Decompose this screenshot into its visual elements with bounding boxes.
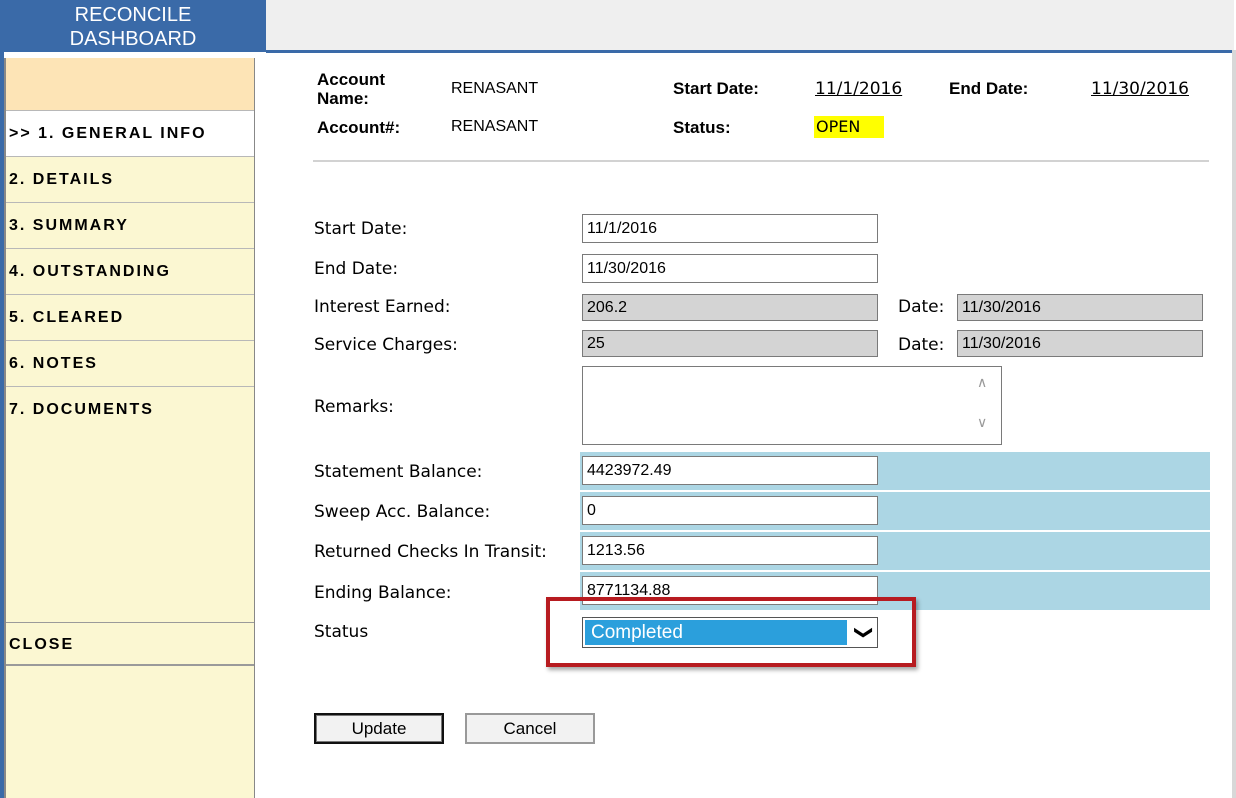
interest-date-input: 11/30/2016 [957,294,1203,321]
service-charges-input: 25 [582,330,878,357]
sidebar-item-notes[interactable]: 6. NOTES [6,341,254,387]
update-button[interactable]: Update [314,713,444,744]
header-end-date-label: End Date: [949,79,1029,98]
window-edge [1232,50,1236,798]
remarks-label: Remarks: [314,397,394,417]
interest-date-label: Date: [898,297,945,317]
ending-balance-label: Ending Balance: [314,583,452,603]
account-name-value: RENASANT [451,80,539,97]
end-date-label: End Date: [314,259,399,279]
scroll-up-icon[interactable]: ∧ [977,375,987,391]
interest-earned-input: 206.2 [582,294,878,321]
sweep-balance-label: Sweep Acc. Balance: [314,502,491,522]
account-name-label-line1: Account [317,70,385,89]
dashboard-title-line2: DASHBOARD [69,28,197,50]
header-end-date-value: 11/30/2016 [1091,79,1189,99]
callout-highlight-box [546,597,916,667]
account-number-value: RENASANT [451,118,539,135]
start-date-input[interactable]: 11/1/2016 [582,214,878,243]
header-start-date-value: 11/1/2016 [815,79,903,99]
returned-checks-input[interactable]: 1213.56 [582,536,878,565]
header-start-date-label: Start Date: [673,79,759,98]
service-charges-date-label: Date: [898,335,945,355]
cancel-button[interactable]: Cancel [465,713,595,744]
sidebar-item-outstanding[interactable]: 4. OUTSTANDING [6,249,254,295]
scroll-down-icon[interactable]: ∨ [977,415,987,431]
header-status-label: Status: [673,118,731,137]
statement-balance-label: Statement Balance: [314,462,483,482]
sidebar-item-general-info[interactable]: >> 1. GENERAL INFO [6,111,254,157]
interest-earned-label: Interest Earned: [314,297,451,317]
status-field-label: Status [314,622,369,642]
sidebar-item-summary[interactable]: 3. SUMMARY [6,203,254,249]
dashboard-title: RECONCILE DASHBOARD [0,0,266,52]
dashboard-title-line1: RECONCILE [74,4,192,26]
sidebar-item-close[interactable]: CLOSE [6,622,254,666]
divider [313,160,1209,162]
sidebar-item-cleared[interactable]: 5. CLEARED [6,295,254,341]
sweep-balance-input[interactable]: 0 [582,496,878,525]
statement-balance-input[interactable]: 4423972.49 [582,456,878,485]
start-date-label: Start Date: [314,219,408,239]
returned-checks-label: Returned Checks In Transit: [314,542,547,562]
sidebar-item-documents[interactable]: 7. DOCUMENTS [6,387,254,432]
account-number-label: Account#: [317,118,401,137]
account-name-label-line2: Name: [317,89,369,108]
service-charges-date-input: 11/30/2016 [957,330,1203,357]
account-name-label: Account Name: [317,70,385,108]
remarks-textarea[interactable]: ∧ ∨ [582,366,1002,445]
sidebar-item-details[interactable]: 2. DETAILS [6,157,254,203]
header-bar [266,0,1234,53]
status-badge: OPEN [814,116,884,138]
sidebar: >> 1. GENERAL INFO 2. DETAILS 3. SUMMARY… [4,58,255,798]
end-date-input[interactable]: 11/30/2016 [582,254,878,283]
sidebar-top-panel [6,58,254,111]
service-charges-label: Service Charges: [314,335,458,355]
